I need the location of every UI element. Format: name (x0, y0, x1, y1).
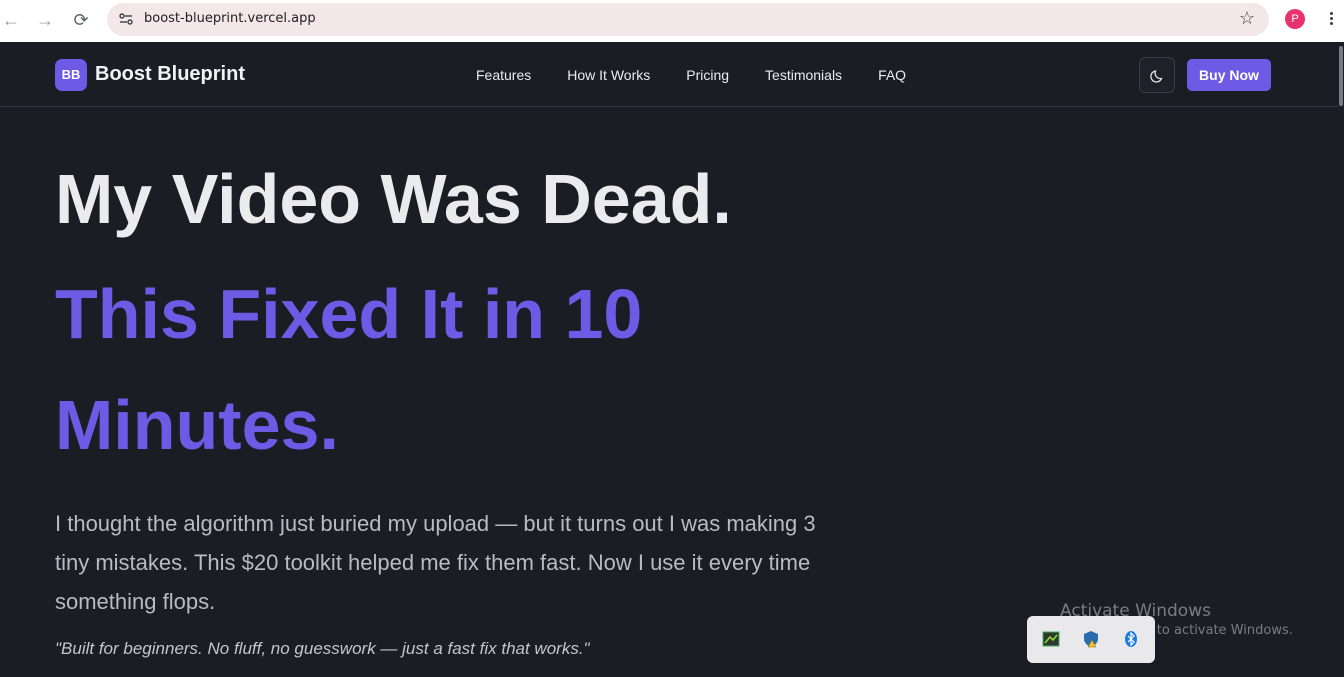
app-tray-icon[interactable] (1042, 630, 1060, 648)
brand-name[interactable]: Boost Blueprint (95, 63, 245, 86)
scrollbar-thumb[interactable] (1339, 46, 1343, 106)
page-scrollbar[interactable] (1338, 42, 1344, 677)
buy-now-button[interactable]: Buy Now (1187, 59, 1271, 91)
forward-arrow-icon[interactable]: → (34, 9, 56, 31)
main-nav: Features How It Works Pricing Testimonia… (476, 67, 942, 83)
reload-icon[interactable]: ⟳ (70, 9, 92, 31)
bookmark-star-icon[interactable]: ☆ (1239, 8, 1255, 29)
site-header: BB Boost Blueprint Features How It Works… (0, 42, 1338, 107)
logo-badge[interactable]: BB (55, 59, 87, 91)
browser-toolbar: ← → ⟳ boost-blueprint.vercel.app ☆ P (0, 0, 1344, 42)
nav-link-testimonials[interactable]: Testimonials (765, 67, 842, 83)
nav-link-how-it-works[interactable]: How It Works (567, 67, 650, 83)
headline-line-2: This Fixed It in 10 (55, 275, 643, 353)
hero-description: I thought the algorithm just buried my u… (55, 511, 816, 614)
hero-quote: "Built for beginners. No fluff, no guess… (55, 639, 590, 658)
url-text[interactable]: boost-blueprint.vercel.app (144, 11, 316, 26)
address-bar[interactable]: boost-blueprint.vercel.app ☆ (107, 3, 1269, 36)
headline-line-1: My Video Was Dead. (55, 160, 732, 238)
nav-link-pricing[interactable]: Pricing (686, 67, 729, 83)
nav-link-features[interactable]: Features (476, 67, 531, 83)
headline-line-3: Minutes. (55, 386, 339, 464)
nav-link-faq[interactable]: FAQ (878, 67, 906, 83)
theme-toggle-button[interactable] (1139, 57, 1175, 93)
profile-avatar[interactable]: P (1285, 9, 1305, 29)
bluetooth-icon[interactable] (1122, 630, 1140, 648)
page-content: BB Boost Blueprint Features How It Works… (0, 42, 1338, 677)
back-arrow-icon[interactable]: ← (0, 9, 22, 31)
browser-menu-icon[interactable] (1326, 10, 1336, 28)
system-tray-popup (1027, 616, 1155, 663)
site-info-icon[interactable] (117, 10, 135, 28)
moon-icon (1150, 70, 1163, 83)
security-shield-icon[interactable] (1082, 630, 1100, 648)
